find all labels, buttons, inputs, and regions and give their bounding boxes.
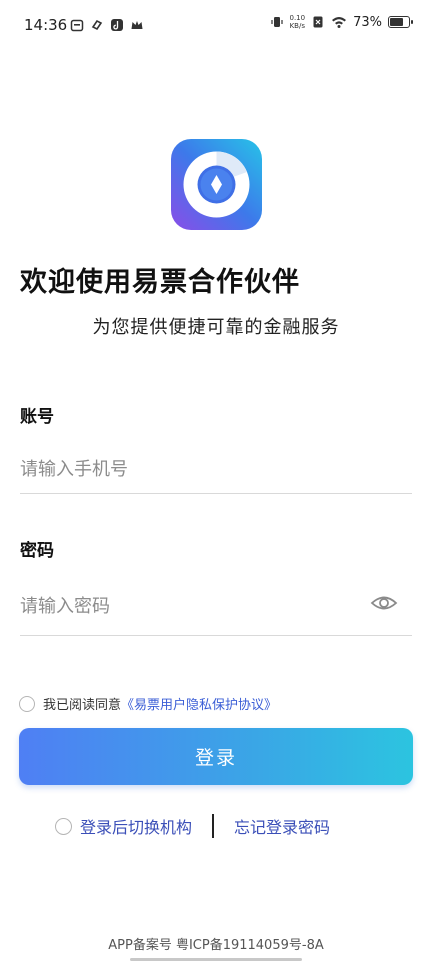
net-speed-unit: KB/s — [289, 22, 305, 30]
app-logo — [171, 139, 262, 230]
account-label: 账号 — [20, 407, 54, 427]
vibrate-icon — [270, 17, 283, 27]
agreement-checkbox[interactable] — [19, 695, 35, 712]
tiktok-icon — [111, 19, 123, 31]
eye-icon[interactable] — [370, 591, 398, 615]
app-logo-graphic — [171, 139, 262, 230]
switch-org-label[interactable]: 登录后切换机构 — [80, 814, 192, 838]
password-label: 密码 — [20, 541, 54, 561]
icp-filing-text: APP备案号 粤ICP备19114059号-8A — [108, 938, 324, 953]
password-underline — [20, 635, 412, 636]
status-bar: 14:36 0.10 KB/s 73% — [0, 0, 432, 48]
crown-icon — [131, 21, 143, 29]
agreement-text: 我已阅读同意 — [43, 698, 122, 713]
wifi-icon — [332, 17, 347, 28]
battery-fill — [390, 18, 404, 26]
status-right: 0.10 KB/s 73% — [270, 14, 413, 30]
sim-off-icon — [313, 16, 323, 28]
login-button[interactable]: 登录 — [19, 728, 413, 785]
calendar-icon — [70, 19, 84, 32]
agreement-row: 我已阅读同意 《易票用户隐私保护协议》 — [19, 694, 277, 713]
link-icon — [91, 19, 103, 31]
net-speed-value: 0.10 — [289, 14, 306, 22]
notification-icons — [70, 18, 144, 32]
home-indicator[interactable] — [130, 958, 302, 961]
welcome-subtitle: 为您提供便捷可靠的金融服务 — [92, 317, 340, 338]
welcome-title: 欢迎使用易票合作伙伴 — [20, 267, 300, 298]
bottom-options: 登录后切换机构 忘记登录密码 — [55, 814, 330, 838]
forgot-password-link[interactable]: 忘记登录密码 — [234, 814, 330, 838]
switch-org-checkbox[interactable] — [55, 817, 72, 835]
net-speed: 0.10 KB/s — [290, 14, 306, 30]
phone-input[interactable] — [20, 446, 412, 494]
status-time: 14:36 — [24, 16, 68, 34]
divider — [212, 814, 215, 838]
battery-icon — [388, 16, 413, 28]
privacy-policy-link[interactable]: 《易票用户隐私保护协议》 — [121, 694, 277, 713]
battery-percent: 73% — [353, 14, 382, 30]
password-input[interactable] — [20, 582, 360, 630]
